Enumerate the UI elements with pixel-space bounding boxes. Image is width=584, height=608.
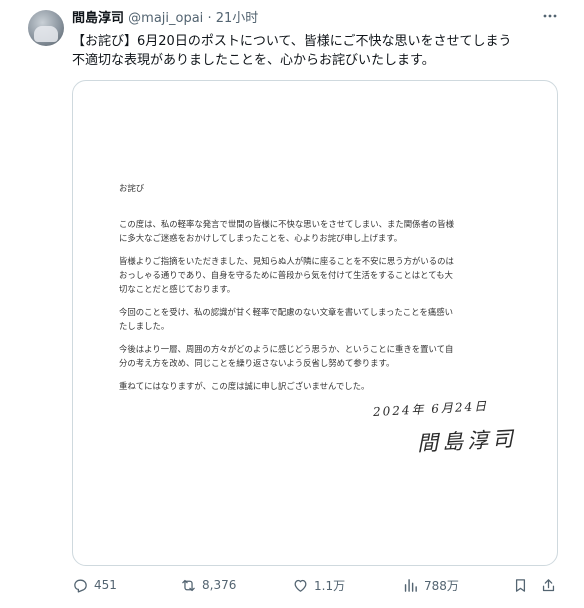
repost-button[interactable]: 8,376	[180, 574, 236, 596]
letter-line: 重ねてにはなりますが、この度は誠に申し訳ございませんでした。	[119, 381, 370, 391]
views-count: 788万	[424, 578, 459, 593]
tweet: 間島淳司 @maji_opai · 21小时 【お詫び】6月20日のポストについ…	[0, 0, 584, 608]
letter-paragraph: 今回のことを受け、私の認識が甘く軽率で配慮のない文章を書いてしまったことを痛感い…	[119, 305, 519, 333]
signature-name: 間島淳司	[416, 426, 518, 456]
handwritten-signature: 2024年 6月24日 間島淳司	[373, 399, 557, 456]
separator: ·	[207, 11, 212, 26]
like-button[interactable]: 1.1万	[292, 574, 345, 596]
letter-greeting: お詫び	[119, 183, 145, 193]
repost-count: 8,376	[202, 578, 237, 592]
tweet-header: 間島淳司 @maji_opai · 21小时	[72, 11, 258, 27]
reply-button[interactable]: 451	[72, 574, 117, 596]
avatar[interactable]	[28, 10, 64, 46]
timestamp[interactable]: 21小时	[216, 11, 259, 26]
views-button[interactable]: 788万	[402, 574, 459, 596]
letter-line: 今回のことを受け、私の認識が甘く軽率で配慮のない文章を書いてしまったことを痛感い	[119, 307, 453, 317]
letter-line: 皆様よりご指摘をいただきました、見知らぬ人が隣に座ることを不安に思う方がいるのは	[119, 256, 454, 266]
apology-letter: お詫び この度は、私の軽率な発言で世間の皆様に不快な思いをさせてしまい、また関係…	[119, 181, 519, 402]
like-icon	[294, 579, 307, 592]
more-icon[interactable]	[540, 8, 560, 26]
letter-line: たしました。	[119, 321, 170, 331]
repost-icon	[182, 579, 195, 591]
author-name[interactable]: 間島淳司	[72, 11, 124, 26]
letter-line: おっしゃる通りであり、自身を守るために普段から気を付けて生活をすることはとても大	[119, 270, 453, 280]
letter-line: 分の考え方を改め、同じことを繰り返さないよう反省し努めて参ります。	[119, 358, 395, 368]
letter-paragraph: 重ねてにはなりますが、この度は誠に申し訳ございませんでした。	[119, 379, 519, 393]
share-icon	[542, 578, 555, 591]
author-handle[interactable]: @maji_opai	[128, 11, 203, 26]
tweet-line: 不適切な表現がありましたことを、心からお詫びいたします。	[72, 53, 435, 68]
reply-count: 451	[94, 578, 117, 592]
letter-paragraph: 皆様よりご指摘をいただきました、見知らぬ人が隣に座ることを不安に思う方がいるのは…	[119, 254, 519, 296]
tweet-text: 【お詫び】6月20日のポストについて、皆様にご不快な思いをさせてしまう 不適切な…	[72, 32, 562, 70]
letter-line: 切なことだと感じております。	[119, 284, 236, 294]
bookmark-icon	[515, 578, 526, 592]
action-bar: 451 8,376 1.1万 788万	[72, 574, 562, 596]
letter-paragraph: 今後はより一層、周囲の方々がどのように感じどう思うか、ということに重きを置いて自…	[119, 342, 519, 370]
letter-line: この度は、私の軽率な発言で世間の皆様に不快な思いをさせてしまい、また関係者の皆様	[119, 219, 454, 229]
tweet-line: 【お詫び】6月20日のポストについて、皆様にご不快な思いをさせてしまう	[72, 34, 512, 49]
share-button[interactable]	[540, 574, 557, 596]
bookmark-button[interactable]	[512, 574, 529, 596]
like-count: 1.1万	[314, 578, 346, 593]
tweet-image[interactable]: お詫び この度は、私の軽率な発言で世間の皆様に不快な思いをさせてしまい、また関係…	[72, 80, 558, 566]
letter-line: に多大なご迷惑をおかけしてしまったことを、心よりお詫び申し上げます。	[119, 233, 403, 243]
views-icon	[404, 578, 417, 592]
letter-paragraph: この度は、私の軽率な発言で世間の皆様に不快な思いをさせてしまい、また関係者の皆様…	[119, 217, 519, 245]
reply-icon	[74, 579, 87, 593]
letter-line: 今後はより一層、周囲の方々がどのように感じどう思うか、ということに重きを置いて自	[119, 344, 454, 354]
